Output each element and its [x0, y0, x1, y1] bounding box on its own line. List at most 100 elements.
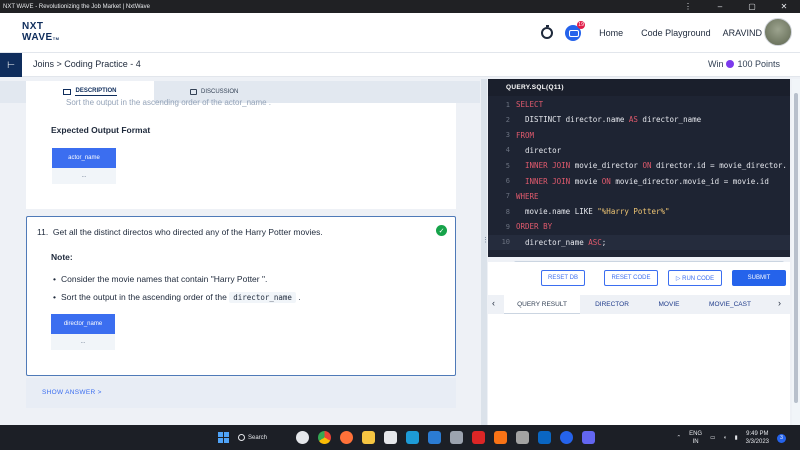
tab-director[interactable]: DIRECTOR [584, 295, 640, 314]
browser-title-bar: NXT WAVE - Revolutionizing the Job Marke… [0, 0, 800, 13]
code-token: AS [628, 115, 638, 125]
store-icon[interactable] [384, 431, 397, 444]
chevron-left-icon[interactable]: ‹ [492, 298, 495, 308]
language-indicator[interactable]: ENG IN [689, 430, 702, 446]
code-line[interactable]: 7 WHERE [488, 189, 790, 204]
close-icon[interactable]: ✕ [768, 2, 800, 11]
vscode-icon[interactable] [428, 431, 441, 444]
nxtwave-logo[interactable]: NXT WAVETM [22, 21, 60, 44]
line-number: 2 [505, 115, 510, 124]
app-l-icon[interactable] [406, 431, 419, 444]
maximize-icon[interactable]: ▢ [736, 2, 768, 11]
notepad-icon[interactable] [516, 431, 529, 444]
line-number: 10 [501, 238, 510, 247]
taskbar-search[interactable]: Search [238, 431, 288, 444]
show-answer-bar: SHOW ANSWER > [26, 378, 456, 408]
user-name[interactable]: ARAVIND [723, 28, 762, 38]
chevron-right-icon[interactable]: › [778, 298, 781, 308]
windows-start-icon[interactable] [218, 432, 229, 443]
mcafee-icon[interactable] [472, 431, 485, 444]
code-token: director [516, 145, 562, 155]
run-code-button[interactable]: ▷ RUN CODE [668, 270, 722, 286]
notification-count[interactable]: 3 [777, 433, 786, 443]
more-options-icon[interactable]: ⋮ [672, 2, 704, 11]
note-bullet-1: Consider the movie names that contain "H… [53, 274, 267, 284]
battery-icon[interactable]: ▮ [735, 435, 738, 441]
note-bullet-2: Sort the output in the ascending order o… [53, 292, 301, 303]
code-line[interactable]: 5 INNER JOIN movie_director ON director.… [488, 158, 790, 173]
code-token: director_name [516, 237, 589, 247]
tab-query-result[interactable]: QUERY RESULT [504, 295, 580, 314]
linkedin-icon[interactable] [538, 431, 551, 444]
header-nav: 19 Home Code Playground ARAVIND [541, 13, 762, 53]
code-token: movie_director.movie_id = movie.id [610, 176, 769, 186]
code-line[interactable]: 6 INNER JOIN movie ON movie_director.mov… [488, 174, 790, 189]
code-token: DISTINCT director.name [516, 115, 629, 125]
line-number: 9 [505, 222, 510, 231]
nxtwave-app-icon[interactable] [296, 431, 309, 444]
page-scrollbar[interactable] [792, 79, 800, 425]
minimize-icon[interactable]: – [704, 2, 736, 11]
tab-movie-cast[interactable]: MOVIE_CAST [700, 295, 760, 314]
line-number: 3 [505, 131, 510, 140]
coin-icon [726, 60, 735, 68]
teams-icon[interactable] [560, 431, 573, 444]
display-icon[interactable]: ▭ [710, 435, 715, 441]
line-number: 5 [505, 161, 510, 170]
show-answer-link[interactable]: SHOW ANSWER > [42, 389, 102, 396]
code-line[interactable]: 10 director_name ASC; [488, 234, 790, 250]
code-token: ON [601, 176, 611, 186]
scrollbar-thumb[interactable] [794, 93, 798, 403]
code-token: movie.name LIKE [516, 207, 598, 217]
windows-taskbar: Search ⌃ ENG IN ▭ ◖ ▮ 9:49 PM 3/3/2023 3 [0, 425, 800, 450]
chrome-icon[interactable] [318, 431, 331, 444]
pane-resize-handle[interactable]: ⋮ [481, 79, 489, 425]
avatar[interactable] [764, 18, 792, 46]
breadcrumb[interactable]: Joins > Coding Practice - 4 [33, 59, 141, 69]
chevron-up-icon[interactable]: ⌃ [676, 435, 681, 441]
nav-home[interactable]: Home [599, 28, 623, 38]
menu-icon: ⊢ [7, 59, 15, 70]
message-icon [190, 89, 197, 95]
window-controls: ⋮ – ▢ ✕ [672, 0, 800, 13]
question-11-card: 11. Get all the distinct directos who di… [26, 216, 456, 376]
reset-code-button[interactable]: RESET CODE [604, 270, 658, 286]
code-line[interactable]: 4 director [488, 143, 790, 158]
question-11-text: 11. Get all the distinct directos who di… [37, 227, 323, 237]
code-line[interactable]: 8 movie.name LIKE "%Harry Potter%" [488, 204, 790, 219]
code-token: FROM [516, 130, 535, 140]
volume-icon[interactable]: ◖ [723, 435, 726, 441]
app-grid-icon[interactable] [450, 431, 463, 444]
vlc-icon[interactable] [494, 431, 507, 444]
reset-db-button[interactable]: RESET DB [541, 270, 585, 286]
timer-icon[interactable] [541, 25, 554, 39]
chat-icon[interactable]: 19 [565, 21, 586, 41]
firefox-icon[interactable] [340, 431, 353, 444]
app-header: NXT WAVETM 19 Home Code Playground ARAVI… [0, 13, 800, 53]
code-line[interactable]: 2 DISTINCT director.name AS director_nam… [488, 112, 790, 127]
clock[interactable]: 9:49 PM 3/3/2023 [746, 430, 769, 446]
output-table-cell: ... [52, 168, 116, 184]
line-number: 8 [505, 207, 510, 216]
code-token: INNER JOIN [516, 176, 571, 186]
code-line[interactable]: 1 SELECT [488, 97, 790, 112]
output-table-cell: ... [51, 334, 115, 350]
output-table-header: director_name [51, 314, 115, 334]
result-tabs: ‹ QUERY RESULT DIRECTOR MOVIE MOVIE_CAST… [488, 295, 790, 314]
tab-movie[interactable]: MOVIE [644, 295, 694, 314]
code-line[interactable]: 3 FROM [488, 128, 790, 143]
code-token: movie [570, 176, 602, 186]
editor-file-tab[interactable]: QUERY.SQL(Q11) [488, 79, 790, 96]
system-tray: ⌃ ENG IN ▭ ◖ ▮ 9:49 PM 3/3/2023 3 [676, 428, 786, 448]
code-token: INNER JOIN [516, 161, 571, 171]
code-line[interactable]: 9 ORDER BY [488, 219, 790, 234]
sidebar-toggle-button[interactable]: ⊢ [0, 53, 22, 77]
sql-editor[interactable]: QUERY.SQL(Q11) 1 SELECT 2 DISTINCT directo… [488, 79, 790, 257]
code-token: "%Harry Potter%" [597, 207, 670, 217]
code-token: movie_director [570, 161, 643, 171]
app-gem-icon[interactable] [582, 431, 595, 444]
nav-code-playground[interactable]: Code Playground [641, 28, 711, 38]
submit-button[interactable]: SUBMIT [732, 270, 786, 286]
file-explorer-icon[interactable] [362, 431, 375, 444]
expected-output-heading: Expected Output Format [51, 125, 151, 135]
